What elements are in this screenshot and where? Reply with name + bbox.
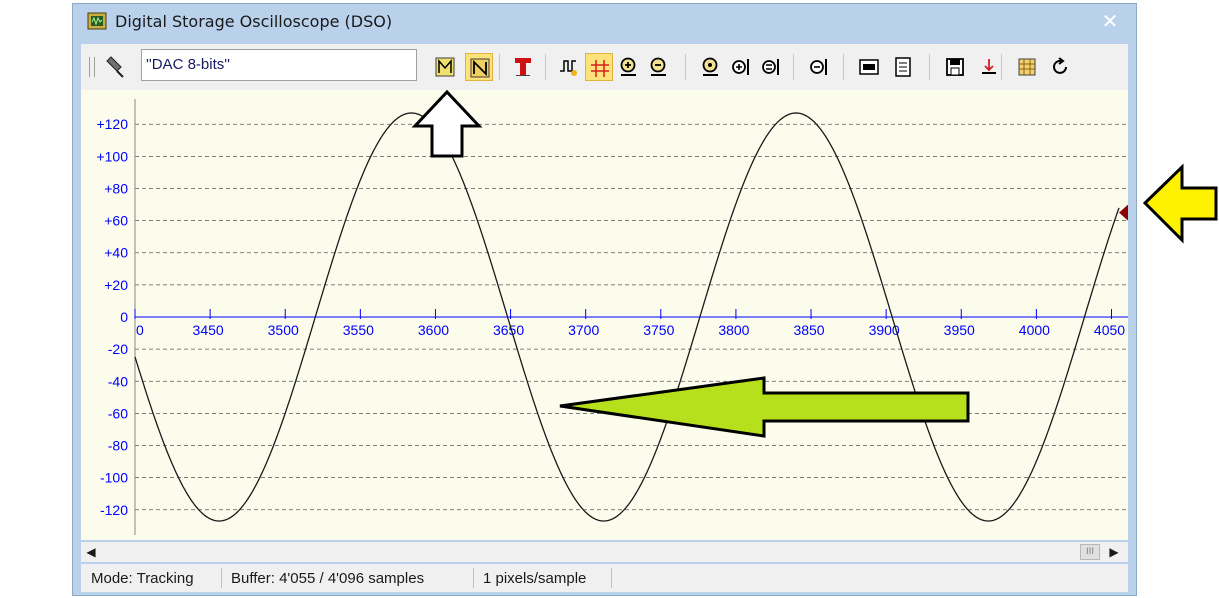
green-arrow-left-icon	[559, 376, 970, 438]
white-arrow-up-icon	[411, 89, 483, 158]
yellow-arrow-left-icon	[1142, 163, 1218, 244]
annotation-overlay	[411, 89, 1218, 438]
